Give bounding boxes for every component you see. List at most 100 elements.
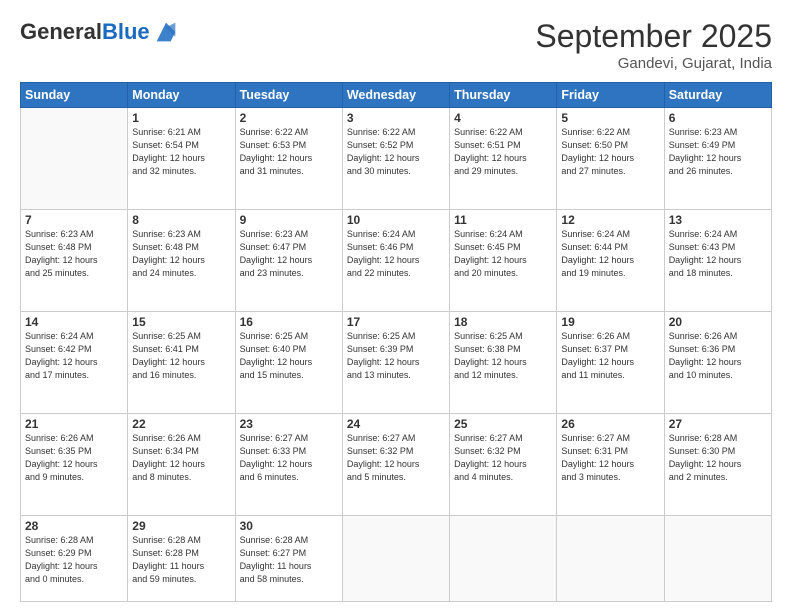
day-number: 24 xyxy=(347,417,445,431)
day-number: 26 xyxy=(561,417,659,431)
day-info: Sunrise: 6:27 AM Sunset: 6:31 PM Dayligh… xyxy=(561,432,659,484)
day-info: Sunrise: 6:27 AM Sunset: 6:33 PM Dayligh… xyxy=(240,432,338,484)
calendar-table: SundayMondayTuesdayWednesdayThursdayFrid… xyxy=(20,82,772,602)
calendar-cell: 27Sunrise: 6:28 AM Sunset: 6:30 PM Dayli… xyxy=(664,414,771,516)
day-info: Sunrise: 6:24 AM Sunset: 6:45 PM Dayligh… xyxy=(454,228,552,280)
calendar-cell: 13Sunrise: 6:24 AM Sunset: 6:43 PM Dayli… xyxy=(664,210,771,312)
day-info: Sunrise: 6:27 AM Sunset: 6:32 PM Dayligh… xyxy=(454,432,552,484)
calendar-cell xyxy=(21,108,128,210)
weekday-header-tuesday: Tuesday xyxy=(235,83,342,108)
calendar-cell xyxy=(450,516,557,602)
weekday-header-thursday: Thursday xyxy=(450,83,557,108)
day-info: Sunrise: 6:22 AM Sunset: 6:53 PM Dayligh… xyxy=(240,126,338,178)
calendar-cell: 17Sunrise: 6:25 AM Sunset: 6:39 PM Dayli… xyxy=(342,312,449,414)
weekday-header-sunday: Sunday xyxy=(21,83,128,108)
day-info: Sunrise: 6:28 AM Sunset: 6:28 PM Dayligh… xyxy=(132,534,230,586)
day-info: Sunrise: 6:25 AM Sunset: 6:40 PM Dayligh… xyxy=(240,330,338,382)
week-row-5: 28Sunrise: 6:28 AM Sunset: 6:29 PM Dayli… xyxy=(21,516,772,602)
day-info: Sunrise: 6:28 AM Sunset: 6:30 PM Dayligh… xyxy=(669,432,767,484)
location-title: Gandevi, Gujarat, India xyxy=(535,55,772,72)
day-number: 28 xyxy=(25,519,123,533)
logo-icon xyxy=(152,18,180,46)
page: GeneralBlue September 2025 Gandevi, Guja… xyxy=(0,0,792,612)
calendar-cell: 11Sunrise: 6:24 AM Sunset: 6:45 PM Dayli… xyxy=(450,210,557,312)
calendar-cell: 5Sunrise: 6:22 AM Sunset: 6:50 PM Daylig… xyxy=(557,108,664,210)
calendar-cell: 19Sunrise: 6:26 AM Sunset: 6:37 PM Dayli… xyxy=(557,312,664,414)
weekday-header-monday: Monday xyxy=(128,83,235,108)
calendar-cell: 9Sunrise: 6:23 AM Sunset: 6:47 PM Daylig… xyxy=(235,210,342,312)
weekday-header-row: SundayMondayTuesdayWednesdayThursdayFrid… xyxy=(21,83,772,108)
day-info: Sunrise: 6:28 AM Sunset: 6:27 PM Dayligh… xyxy=(240,534,338,586)
calendar-cell: 14Sunrise: 6:24 AM Sunset: 6:42 PM Dayli… xyxy=(21,312,128,414)
day-number: 27 xyxy=(669,417,767,431)
calendar-cell: 10Sunrise: 6:24 AM Sunset: 6:46 PM Dayli… xyxy=(342,210,449,312)
day-number: 23 xyxy=(240,417,338,431)
day-info: Sunrise: 6:24 AM Sunset: 6:42 PM Dayligh… xyxy=(25,330,123,382)
day-number: 19 xyxy=(561,315,659,329)
calendar-cell: 4Sunrise: 6:22 AM Sunset: 6:51 PM Daylig… xyxy=(450,108,557,210)
day-info: Sunrise: 6:25 AM Sunset: 6:38 PM Dayligh… xyxy=(454,330,552,382)
title-block: September 2025 Gandevi, Gujarat, India xyxy=(535,18,772,72)
day-info: Sunrise: 6:23 AM Sunset: 6:47 PM Dayligh… xyxy=(240,228,338,280)
day-info: Sunrise: 6:25 AM Sunset: 6:41 PM Dayligh… xyxy=(132,330,230,382)
day-number: 29 xyxy=(132,519,230,533)
calendar-cell xyxy=(342,516,449,602)
day-number: 4 xyxy=(454,111,552,125)
day-number: 17 xyxy=(347,315,445,329)
day-info: Sunrise: 6:24 AM Sunset: 6:44 PM Dayligh… xyxy=(561,228,659,280)
day-number: 16 xyxy=(240,315,338,329)
day-info: Sunrise: 6:22 AM Sunset: 6:51 PM Dayligh… xyxy=(454,126,552,178)
calendar-cell: 1Sunrise: 6:21 AM Sunset: 6:54 PM Daylig… xyxy=(128,108,235,210)
weekday-header-friday: Friday xyxy=(557,83,664,108)
calendar-cell: 23Sunrise: 6:27 AM Sunset: 6:33 PM Dayli… xyxy=(235,414,342,516)
day-number: 14 xyxy=(25,315,123,329)
week-row-1: 1Sunrise: 6:21 AM Sunset: 6:54 PM Daylig… xyxy=(21,108,772,210)
calendar-cell: 30Sunrise: 6:28 AM Sunset: 6:27 PM Dayli… xyxy=(235,516,342,602)
day-info: Sunrise: 6:25 AM Sunset: 6:39 PM Dayligh… xyxy=(347,330,445,382)
day-number: 25 xyxy=(454,417,552,431)
calendar-cell: 18Sunrise: 6:25 AM Sunset: 6:38 PM Dayli… xyxy=(450,312,557,414)
day-number: 20 xyxy=(669,315,767,329)
header: GeneralBlue September 2025 Gandevi, Guja… xyxy=(20,18,772,72)
day-number: 7 xyxy=(25,213,123,227)
calendar-cell: 24Sunrise: 6:27 AM Sunset: 6:32 PM Dayli… xyxy=(342,414,449,516)
day-number: 12 xyxy=(561,213,659,227)
day-info: Sunrise: 6:21 AM Sunset: 6:54 PM Dayligh… xyxy=(132,126,230,178)
day-number: 1 xyxy=(132,111,230,125)
day-number: 9 xyxy=(240,213,338,227)
day-info: Sunrise: 6:24 AM Sunset: 6:43 PM Dayligh… xyxy=(669,228,767,280)
day-info: Sunrise: 6:26 AM Sunset: 6:34 PM Dayligh… xyxy=(132,432,230,484)
day-number: 21 xyxy=(25,417,123,431)
day-info: Sunrise: 6:28 AM Sunset: 6:29 PM Dayligh… xyxy=(25,534,123,586)
day-number: 5 xyxy=(561,111,659,125)
calendar-cell: 22Sunrise: 6:26 AM Sunset: 6:34 PM Dayli… xyxy=(128,414,235,516)
logo-text: GeneralBlue xyxy=(20,20,150,44)
day-info: Sunrise: 6:27 AM Sunset: 6:32 PM Dayligh… xyxy=(347,432,445,484)
day-info: Sunrise: 6:26 AM Sunset: 6:37 PM Dayligh… xyxy=(561,330,659,382)
day-info: Sunrise: 6:24 AM Sunset: 6:46 PM Dayligh… xyxy=(347,228,445,280)
calendar-cell: 20Sunrise: 6:26 AM Sunset: 6:36 PM Dayli… xyxy=(664,312,771,414)
calendar-cell: 3Sunrise: 6:22 AM Sunset: 6:52 PM Daylig… xyxy=(342,108,449,210)
day-info: Sunrise: 6:23 AM Sunset: 6:48 PM Dayligh… xyxy=(132,228,230,280)
day-info: Sunrise: 6:26 AM Sunset: 6:36 PM Dayligh… xyxy=(669,330,767,382)
calendar-cell: 7Sunrise: 6:23 AM Sunset: 6:48 PM Daylig… xyxy=(21,210,128,312)
week-row-4: 21Sunrise: 6:26 AM Sunset: 6:35 PM Dayli… xyxy=(21,414,772,516)
month-title: September 2025 xyxy=(535,18,772,55)
week-row-2: 7 Sunrise: 6:23 AM Sunset: 6:48 PM Daylig… xyxy=(21,210,772,312)
calendar-cell: 21Sunrise: 6:26 AM Sunset: 6:35 PM Dayli… xyxy=(21,414,128,516)
calendar-cell: 2Sunrise: 6:22 AM Sunset: 6:53 PM Daylig… xyxy=(235,108,342,210)
calendar-cell: 25Sunrise: 6:27 AM Sunset: 6:32 PM Dayli… xyxy=(450,414,557,516)
day-number: 2 xyxy=(240,111,338,125)
calendar-cell: 26Sunrise: 6:27 AM Sunset: 6:31 PM Dayli… xyxy=(557,414,664,516)
calendar-cell: 29Sunrise: 6:28 AM Sunset: 6:28 PM Dayli… xyxy=(128,516,235,602)
calendar-cell xyxy=(664,516,771,602)
calendar-cell: 12Sunrise: 6:24 AM Sunset: 6:44 PM Dayli… xyxy=(557,210,664,312)
calendar-cell xyxy=(557,516,664,602)
calendar-cell: 15Sunrise: 6:25 AM Sunset: 6:41 PM Dayli… xyxy=(128,312,235,414)
day-number: 6 xyxy=(669,111,767,125)
calendar-cell: 6Sunrise: 6:23 AM Sunset: 6:49 PM Daylig… xyxy=(664,108,771,210)
day-number: 18 xyxy=(454,315,552,329)
day-info: Sunrise: 6:26 AM Sunset: 6:35 PM Dayligh… xyxy=(25,432,123,484)
day-number: 13 xyxy=(669,213,767,227)
calendar-cell: 8Sunrise: 6:23 AM Sunset: 6:48 PM Daylig… xyxy=(128,210,235,312)
